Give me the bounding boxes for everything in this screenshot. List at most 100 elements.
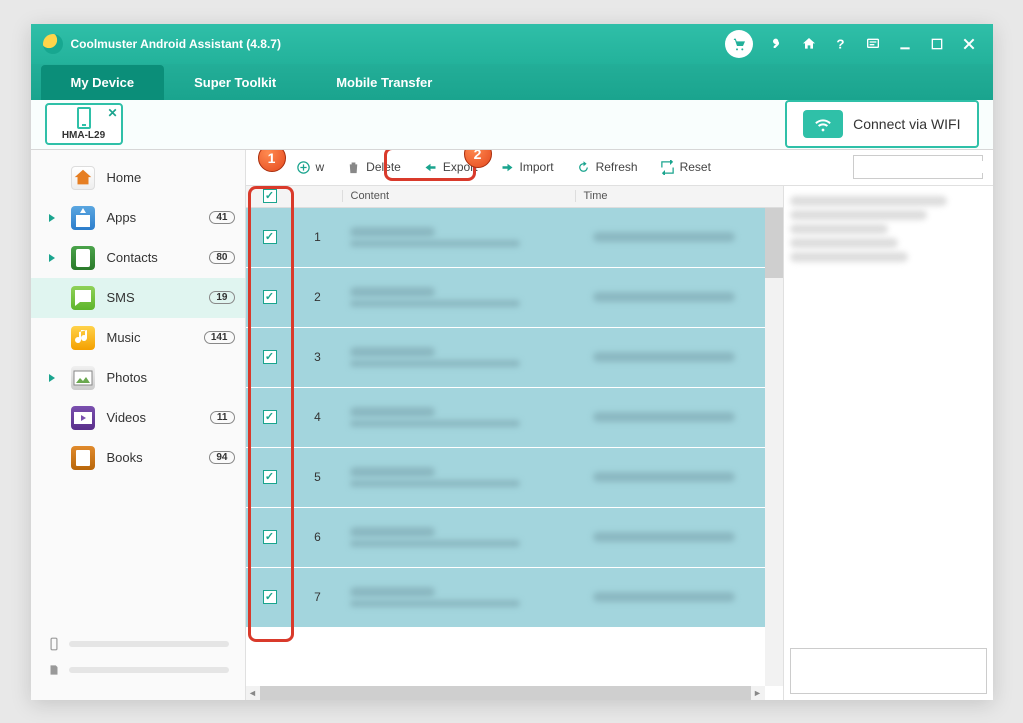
app-logo-icon	[43, 34, 63, 54]
row-content	[342, 464, 593, 490]
badge-music: 141	[204, 331, 235, 344]
reset-button[interactable]: Reset	[660, 160, 711, 175]
badge-apps: 41	[209, 211, 234, 224]
v-scrollbar[interactable]	[765, 208, 783, 686]
home-button[interactable]	[797, 32, 821, 56]
minimize-button[interactable]	[893, 32, 917, 56]
delete-button[interactable]: Delete	[346, 160, 401, 175]
table-row[interactable]: 5	[246, 448, 783, 508]
close-button[interactable]	[957, 32, 981, 56]
row-time	[593, 229, 783, 245]
badge-books: 94	[209, 451, 234, 464]
storage-phone	[47, 634, 229, 654]
connect-wifi-label: Connect via WIFI	[853, 116, 960, 132]
sms-table: Content Time 1 2 3	[246, 186, 783, 700]
row-time	[593, 469, 783, 485]
device-close-icon[interactable]: ✕	[107, 106, 117, 120]
row-content	[342, 224, 593, 250]
row-content	[342, 284, 593, 310]
connect-wifi-button[interactable]: Connect via WIFI	[785, 100, 978, 148]
new-button[interactable]: w	[296, 160, 325, 175]
sidebar-item-music[interactable]: Music 141	[31, 318, 245, 358]
badge-videos: 11	[210, 411, 235, 424]
table-row[interactable]: 2	[246, 268, 783, 328]
row-number: 1	[294, 230, 342, 244]
row-checkbox[interactable]	[263, 230, 277, 244]
window-title: Coolmuster Android Assistant (4.8.7)	[71, 37, 281, 51]
row-number: 6	[294, 530, 342, 544]
refresh-button[interactable]: Refresh	[576, 160, 638, 175]
tab-super-toolkit[interactable]: Super Toolkit	[164, 65, 306, 100]
table-header: Content Time	[246, 186, 783, 208]
import-button[interactable]: Import	[500, 160, 554, 175]
row-time	[593, 409, 783, 425]
device-name: HMA-L29	[62, 130, 105, 141]
expand-arrow-icon	[49, 254, 55, 262]
sidebar-item-contacts[interactable]: Contacts 80	[31, 238, 245, 278]
help-button[interactable]: ?	[829, 32, 853, 56]
sidebar-label-videos: Videos	[107, 410, 210, 425]
row-content	[342, 584, 593, 610]
photos-icon	[71, 366, 95, 390]
reply-input[interactable]	[790, 648, 987, 694]
row-number: 7	[294, 590, 342, 604]
row-checkbox[interactable]	[263, 530, 277, 544]
sidebar-item-photos[interactable]: Photos	[31, 358, 245, 398]
feedback-button[interactable]	[861, 32, 885, 56]
tab-my-device[interactable]: My Device	[41, 65, 165, 100]
storage-indicators	[31, 620, 245, 700]
sidebar: Home Apps 41 Contacts 80 SMS 19 Mu	[31, 150, 246, 700]
sidebar-label-sms: SMS	[107, 290, 210, 305]
h-scrollbar[interactable]: ◄►	[246, 686, 765, 700]
row-time	[593, 529, 783, 545]
export-button[interactable]: Export	[423, 160, 478, 175]
table-row[interactable]: 6	[246, 508, 783, 568]
wifi-icon	[803, 110, 843, 138]
row-number: 5	[294, 470, 342, 484]
row-number: 2	[294, 290, 342, 304]
row-checkbox[interactable]	[263, 470, 277, 484]
main-panel: w Delete Export Import Refresh Reset Con…	[246, 150, 993, 700]
badge-contacts: 80	[209, 251, 234, 264]
col-content[interactable]: Content	[342, 190, 575, 202]
contacts-icon	[71, 246, 95, 270]
select-all-checkbox[interactable]	[263, 189, 277, 203]
table-row[interactable]: 4	[246, 388, 783, 448]
row-checkbox[interactable]	[263, 590, 277, 604]
svg-text:?: ?	[836, 36, 844, 51]
sidebar-label-home: Home	[107, 170, 235, 185]
books-icon	[71, 446, 95, 470]
table-row[interactable]: 1	[246, 208, 783, 268]
sidebar-item-apps[interactable]: Apps 41	[31, 198, 245, 238]
sidebar-item-home[interactable]: Home	[31, 158, 245, 198]
phone-icon	[77, 107, 91, 129]
device-tab[interactable]: ✕ HMA-L29	[45, 103, 123, 145]
table-row[interactable]: 7	[246, 568, 783, 628]
sidebar-label-apps: Apps	[107, 210, 210, 225]
row-checkbox[interactable]	[263, 410, 277, 424]
col-time[interactable]: Time	[575, 190, 765, 202]
row-content	[342, 404, 593, 430]
expand-arrow-icon	[49, 214, 55, 222]
cart-button[interactable]	[725, 30, 753, 58]
storage-sd	[47, 660, 229, 680]
row-number: 3	[294, 350, 342, 364]
row-checkbox[interactable]	[263, 350, 277, 364]
toolbar: w Delete Export Import Refresh Reset	[246, 150, 993, 186]
sidebar-item-books[interactable]: Books 94	[31, 438, 245, 478]
maximize-button[interactable]	[925, 32, 949, 56]
search-input[interactable]	[853, 155, 983, 179]
sidebar-item-sms[interactable]: SMS 19	[31, 278, 245, 318]
expand-arrow-icon	[49, 374, 55, 382]
home-icon	[71, 166, 95, 190]
search-field[interactable]	[854, 161, 993, 173]
tab-mobile-transfer[interactable]: Mobile Transfer	[306, 65, 462, 100]
table-row[interactable]: 3	[246, 328, 783, 388]
row-checkbox[interactable]	[263, 290, 277, 304]
key-button[interactable]	[765, 32, 789, 56]
sidebar-item-videos[interactable]: Videos 11	[31, 398, 245, 438]
row-time	[593, 589, 783, 605]
row-content	[342, 524, 593, 550]
row-number: 4	[294, 410, 342, 424]
device-strip: ✕ HMA-L29 Connect via WIFI	[31, 100, 993, 150]
